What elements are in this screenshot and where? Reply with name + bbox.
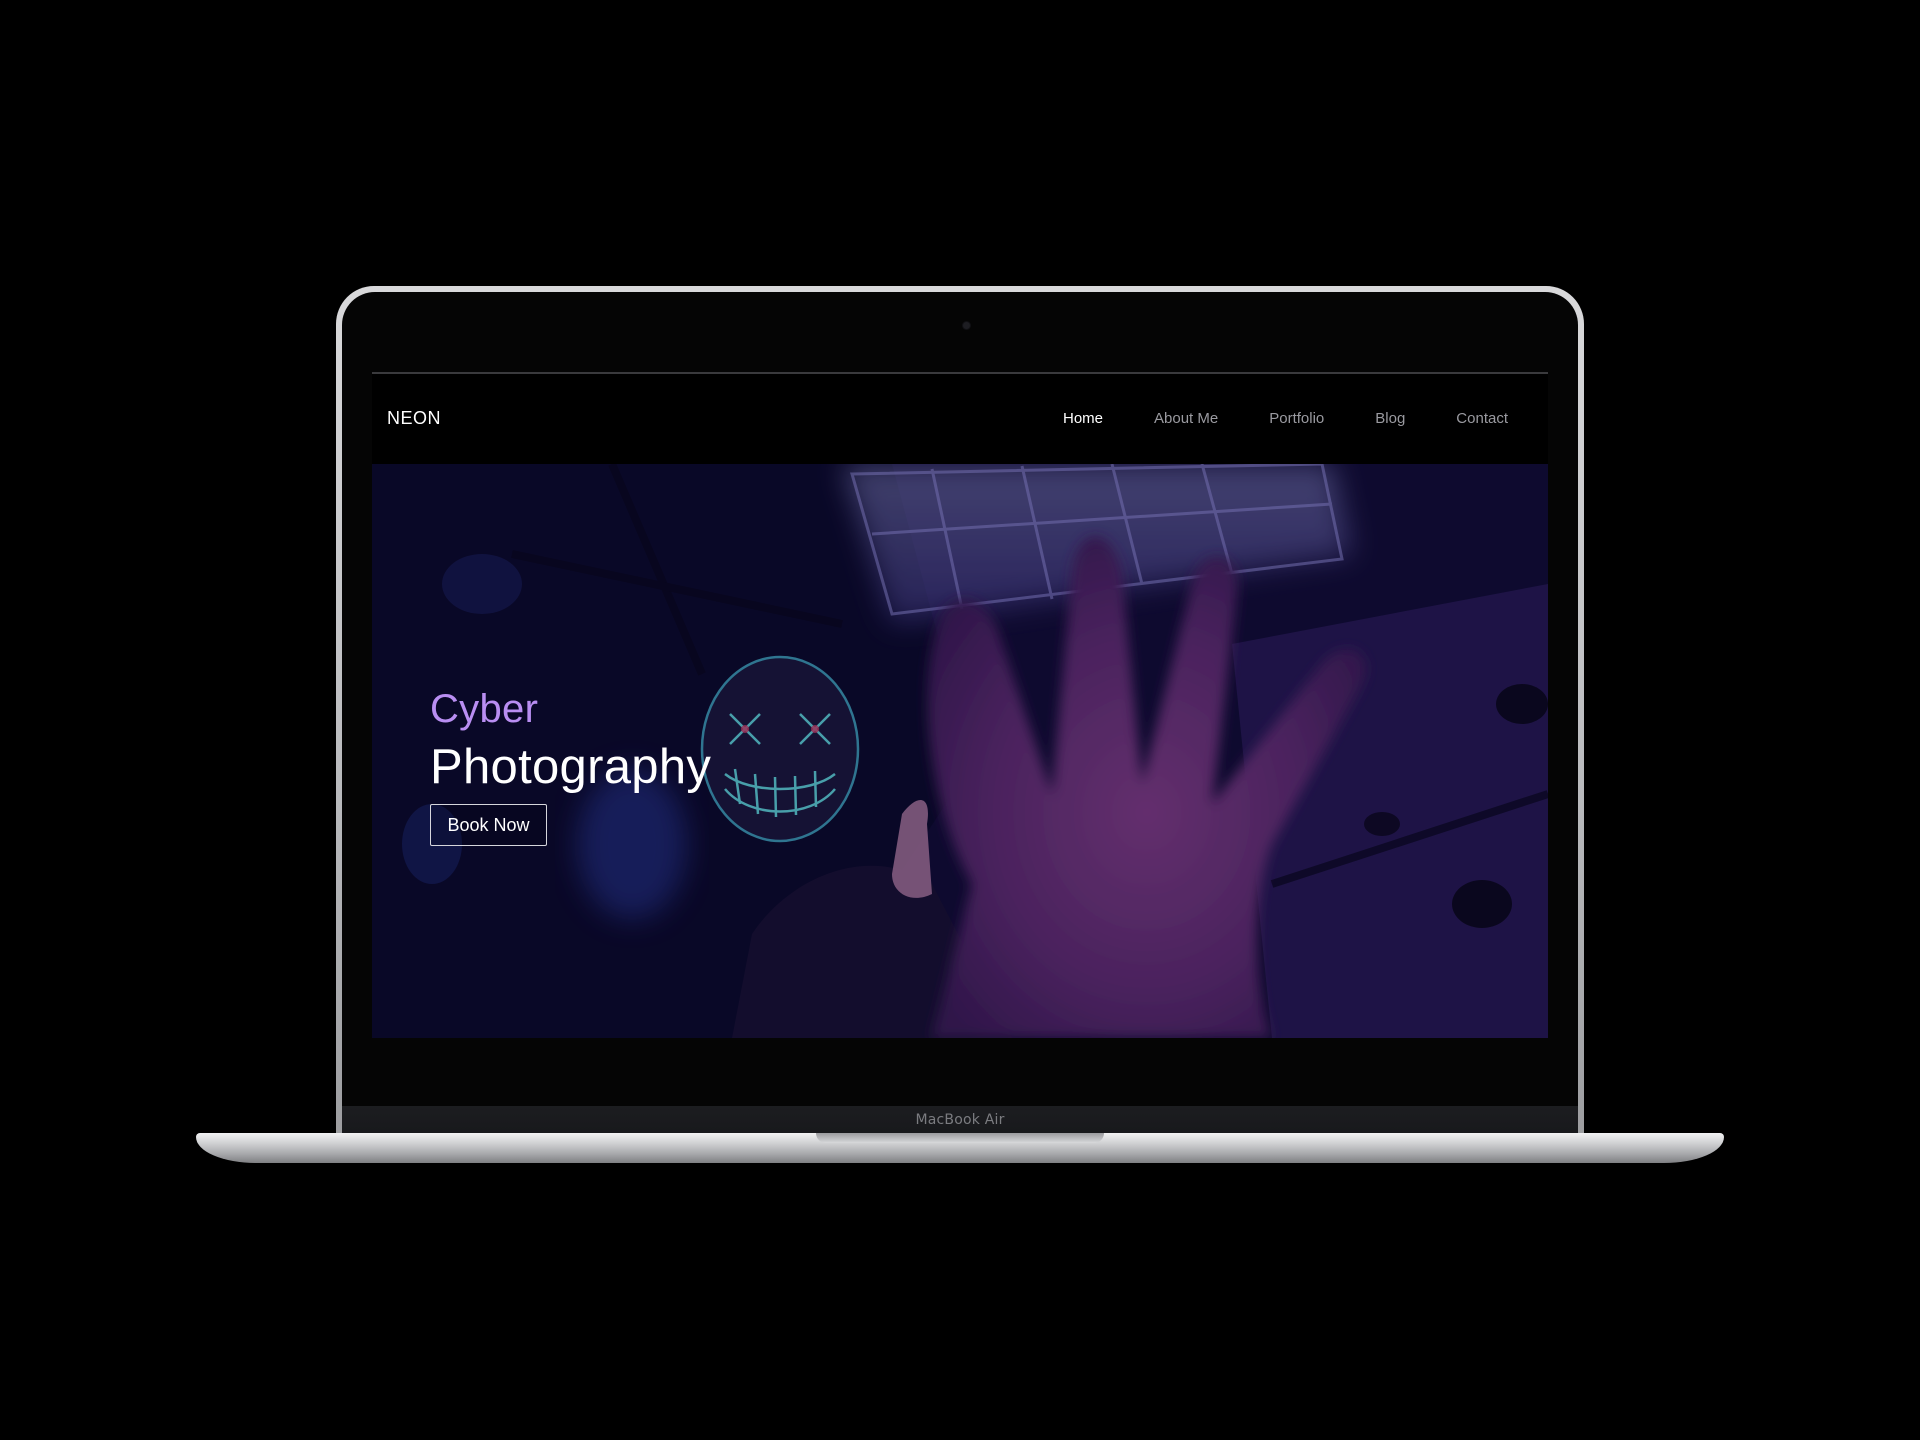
device-label: MacBook Air xyxy=(915,1112,1005,1128)
website-screen: NEON Home About Me Portfolio Blog Contac… xyxy=(372,372,1548,1038)
hero-title: Photography xyxy=(430,740,712,794)
laptop-notch xyxy=(816,1133,1104,1143)
laptop-base xyxy=(196,1133,1724,1163)
nav-item-contact[interactable]: Contact xyxy=(1456,410,1508,427)
brand-logo[interactable]: NEON xyxy=(387,408,441,429)
nav-item-home[interactable]: Home xyxy=(1063,410,1103,427)
nav-menu: Home About Me Portfolio Blog Contact xyxy=(1012,410,1508,427)
nav-item-portfolio[interactable]: Portfolio xyxy=(1269,410,1324,427)
nav-item-blog[interactable]: Blog xyxy=(1375,410,1405,427)
page-background: MacBook Air NEON Home About Me Portfolio… xyxy=(0,0,1920,1440)
hero-kicker: Cyber xyxy=(430,687,539,731)
camera-icon xyxy=(963,322,970,329)
hero-section: Cyber Photography Book Now xyxy=(372,464,1548,1038)
hero-text: Cyber Photography xyxy=(430,689,711,792)
book-now-button[interactable]: Book Now xyxy=(430,804,547,846)
navbar: NEON Home About Me Portfolio Blog Contac… xyxy=(372,374,1548,462)
nav-item-about-me[interactable]: About Me xyxy=(1154,410,1218,427)
